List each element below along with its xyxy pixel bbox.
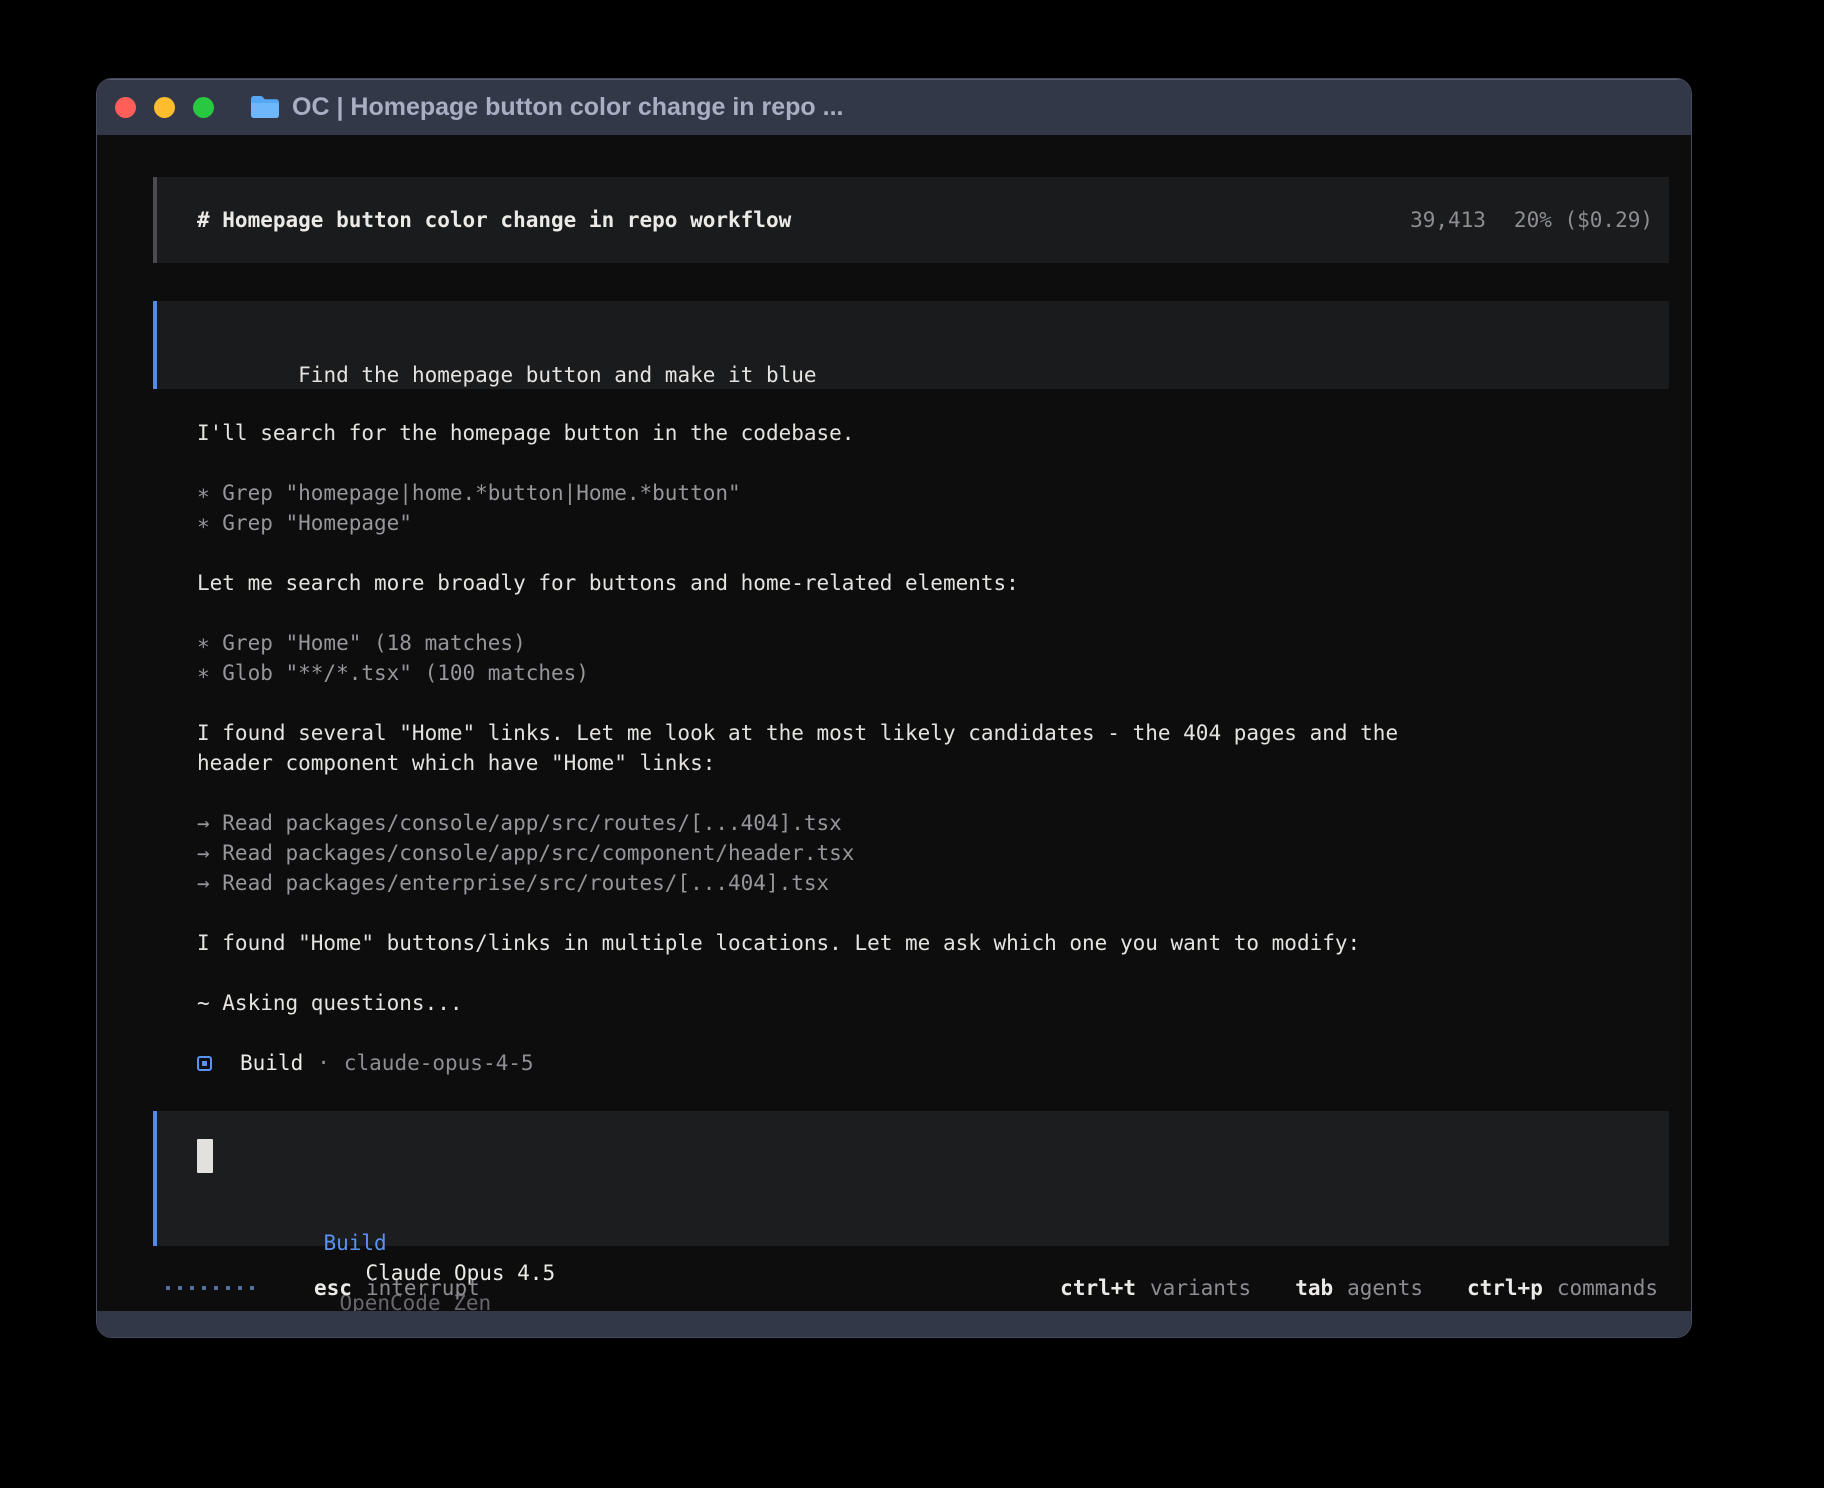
window-title: OC | Homepage button color change in rep… xyxy=(292,93,843,122)
agent-separator: · xyxy=(317,1048,330,1078)
transcript-line: I found several "Home" links. Let me loo… xyxy=(197,718,1669,748)
status-bar: esc interrupt ctrl+tvariantstabagentsctr… xyxy=(166,1273,1658,1303)
transcript-line: ∗ Grep "homepage|home.*button|Home.*butt… xyxy=(197,478,1669,508)
zoom-button[interactable] xyxy=(193,97,214,118)
prompt-input[interactable]: Build Claude Opus 4.5 OpenCode Zen xyxy=(153,1111,1669,1246)
transcript-line xyxy=(197,958,1669,988)
transcript-line: ~ Asking questions... xyxy=(197,988,1669,1018)
input-meta: Build Claude Opus 4.5 OpenCode Zen xyxy=(197,1198,1629,1228)
shortcut-label-interrupt: interrupt xyxy=(366,1273,480,1303)
traffic-lights xyxy=(115,97,214,118)
window-footer xyxy=(97,1311,1691,1337)
transcript-line: → Read packages/console/app/src/componen… xyxy=(197,838,1669,868)
close-button[interactable] xyxy=(115,97,136,118)
transcript-line: ∗ Glob "**/*.tsx" (100 matches) xyxy=(197,658,1669,688)
context-usage: 20% ($0.29) xyxy=(1514,208,1653,232)
transcript-line xyxy=(197,688,1669,718)
text-cursor xyxy=(197,1139,213,1173)
shortcut-key: tab xyxy=(1295,1273,1333,1303)
spinner-dots-icon xyxy=(166,1286,254,1290)
transcript-line: I found "Home" buttons/links in multiple… xyxy=(197,928,1669,958)
desktop-background: OC | Homepage button color change in rep… xyxy=(0,0,1824,1488)
shortcut-label: commands xyxy=(1557,1273,1658,1303)
token-count: 39,413 xyxy=(1410,208,1486,232)
shortcut-hint: tab agents xyxy=(1295,1273,1423,1303)
statusbar-left: esc interrupt xyxy=(166,1273,480,1303)
transcript-line: I'll search for the homepage button in t… xyxy=(197,418,1669,448)
transcript-line: ∗ Grep "Home" (18 matches) xyxy=(197,628,1669,658)
user-message-text: Find the homepage button and make it blu… xyxy=(298,363,816,387)
shortcut-hint: ctrl+p commands xyxy=(1467,1273,1658,1303)
terminal-content: # Homepage button color change in repo w… xyxy=(97,135,1691,1311)
minimize-button[interactable] xyxy=(154,97,175,118)
transcript-line: → Read packages/enterprise/src/routes/[.… xyxy=(197,868,1669,898)
folder-icon xyxy=(250,95,280,119)
shortcut-label: variants xyxy=(1150,1273,1251,1303)
transcript-line: header component which have "Home" links… xyxy=(197,748,1669,778)
shortcut-key: ctrl+p xyxy=(1467,1273,1543,1303)
shortcut-key-esc: esc xyxy=(314,1273,352,1303)
shortcut-label: agents xyxy=(1347,1273,1423,1303)
build-agent-icon xyxy=(197,1056,212,1071)
transcript-line xyxy=(197,538,1669,568)
session-title: # Homepage button color change in repo w… xyxy=(197,205,791,235)
transcript-line: ∗ Grep "Homepage" xyxy=(197,508,1669,538)
input-agent-label[interactable]: Build xyxy=(323,1231,386,1255)
user-message: Find the homepage button and make it blu… xyxy=(153,301,1669,389)
transcript-line xyxy=(197,1018,1669,1048)
transcript-line xyxy=(197,778,1669,808)
transcript-line: Let me search more broadly for buttons a… xyxy=(197,568,1669,598)
agent-status-line: Build · claude-opus-4-5 xyxy=(197,1048,1669,1078)
shortcut-key: ctrl+t xyxy=(1060,1273,1136,1303)
session-header: # Homepage button color change in repo w… xyxy=(153,177,1669,263)
shortcut-hint: ctrl+t variants xyxy=(1060,1273,1251,1303)
transcript: I'll search for the homepage button in t… xyxy=(197,418,1669,1048)
transcript-line: → Read packages/console/app/src/routes/[… xyxy=(197,808,1669,838)
session-stats: 39,413 20% ($0.29) xyxy=(1410,205,1653,235)
transcript-line xyxy=(197,448,1669,478)
agent-name: Build xyxy=(240,1048,303,1078)
terminal-window: OC | Homepage button color change in rep… xyxy=(96,78,1692,1338)
window-titlebar[interactable]: OC | Homepage button color change in rep… xyxy=(97,79,1691,135)
transcript-line xyxy=(197,898,1669,928)
transcript-line xyxy=(197,598,1669,628)
statusbar-right: ctrl+t variants tab agents ctrl+p commands xyxy=(1060,1273,1658,1303)
agent-model: claude-opus-4-5 xyxy=(344,1048,534,1078)
